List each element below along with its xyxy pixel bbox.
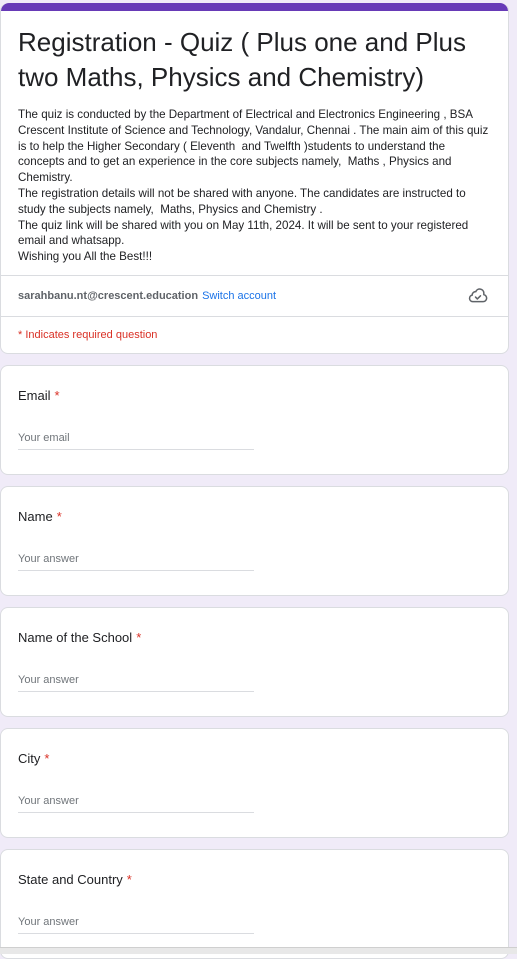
required-asterisk: * bbox=[56, 508, 62, 524]
city-input[interactable] bbox=[18, 794, 254, 813]
question-label: Email * bbox=[18, 388, 60, 403]
form-container: Registration - Quiz ( Plus one and Plus … bbox=[0, 0, 509, 959]
question-card-school: Name of the School * bbox=[0, 606, 509, 717]
form-description: The quiz is conducted by the Department … bbox=[18, 108, 489, 264]
state-country-input[interactable] bbox=[18, 915, 254, 934]
question-label: State and Country * bbox=[18, 872, 132, 887]
email-input[interactable] bbox=[18, 431, 254, 450]
question-label: Name of the School * bbox=[18, 630, 141, 645]
question-card-state-country: State and Country * bbox=[0, 848, 509, 959]
question-card-city: City * bbox=[0, 727, 509, 838]
account-email: sarahbanu.nt@crescent.education bbox=[18, 289, 199, 302]
question-label-text: Name of the School bbox=[18, 629, 133, 645]
question-card-name: Name * bbox=[0, 485, 509, 596]
cloud-icon[interactable] bbox=[468, 286, 488, 304]
form-title: Registration - Quiz ( Plus one and Plus … bbox=[18, 27, 466, 92]
form-header-card: Registration - Quiz ( Plus one and Plus … bbox=[0, 3, 509, 354]
switch-account-link[interactable]: Switch account bbox=[202, 290, 276, 302]
horizontal-scrollbar[interactable] bbox=[0, 947, 517, 954]
required-asterisk: * bbox=[44, 750, 50, 766]
question-label-text: Email bbox=[18, 387, 51, 403]
school-input[interactable] bbox=[18, 673, 254, 692]
required-note: * Indicates required question bbox=[18, 328, 158, 341]
account-row: sarahbanu.nt@crescent.education Switch a… bbox=[1, 276, 508, 316]
question-card-email: Email * bbox=[0, 364, 509, 475]
question-label-text: State and Country bbox=[18, 871, 123, 887]
required-asterisk: * bbox=[54, 387, 60, 403]
name-input[interactable] bbox=[18, 552, 254, 571]
question-label: City * bbox=[18, 751, 49, 766]
question-label: Name * bbox=[18, 509, 62, 524]
question-label-text: City bbox=[18, 750, 41, 766]
required-asterisk: * bbox=[126, 871, 132, 887]
question-label-text: Name bbox=[18, 508, 53, 524]
accent-bar bbox=[1, 3, 508, 11]
required-asterisk: * bbox=[136, 629, 142, 645]
